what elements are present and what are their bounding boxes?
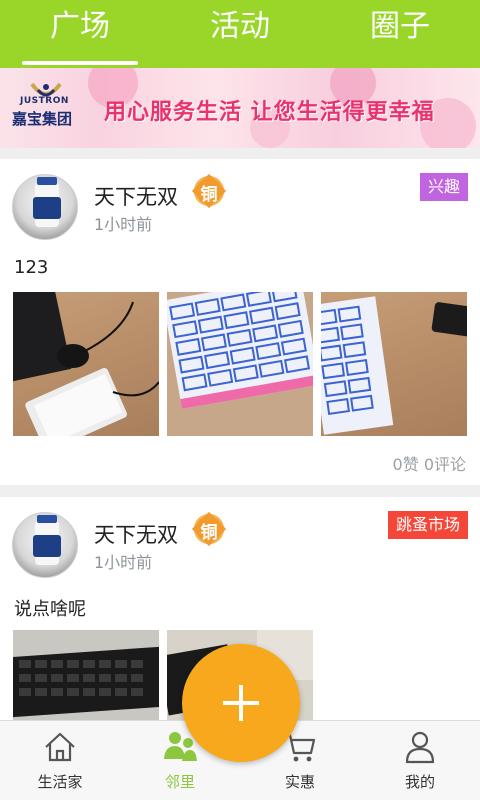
add-post-button[interactable] — [182, 644, 300, 762]
user-icon — [405, 731, 435, 764]
post-category-tag[interactable]: 兴趣 — [419, 173, 468, 201]
post-photo[interactable] — [167, 292, 313, 436]
post-category-tag[interactable]: 跳蚤市场 — [387, 511, 468, 539]
post-text: 123 — [14, 257, 49, 278]
logo-chinese-name: 嘉宝集团 — [12, 110, 73, 128]
post-username[interactable]: 天下无双 — [94, 519, 178, 549]
nav-mine[interactable]: 我的 — [360, 721, 480, 800]
post-text: 说点啥呢 — [14, 599, 86, 620]
active-tab-indicator — [22, 61, 138, 65]
nav-label: 我的 — [404, 773, 435, 791]
logo-english-name: JUSTRON — [20, 96, 69, 106]
post-photo[interactable] — [13, 292, 159, 436]
tab-activities[interactable]: 活动 — [160, 0, 320, 68]
nav-label: 生活家 — [37, 773, 83, 791]
feed-post[interactable]: 天下无双 铜 1小时前 兴趣 123 0赞 0评论 — [0, 159, 480, 485]
nav-label: 实惠 — [284, 773, 315, 791]
banner-slogan: 用心服务生活 让您生活得更幸福 — [104, 100, 435, 125]
avatar[interactable] — [12, 174, 78, 240]
post-photo[interactable] — [321, 292, 467, 436]
tab-circles[interactable]: 圈子 — [320, 0, 480, 68]
bronze-medal-icon: 铜 — [194, 514, 224, 544]
nav-label: 邻里 — [164, 773, 195, 791]
promo-banner[interactable]: JUSTRON 嘉宝集团 用心服务生活 让您生活得更幸福 — [0, 68, 480, 148]
avatar[interactable] — [12, 512, 78, 578]
bronze-medal-icon: 铜 — [194, 176, 224, 206]
nav-life-home[interactable]: 生活家 — [0, 721, 120, 800]
post-username[interactable]: 天下无双 — [94, 181, 178, 211]
top-tab-bar: 广场 活动 圈子 — [0, 0, 480, 68]
like-comment-counts[interactable]: 0赞 0评论 — [393, 451, 466, 475]
home-icon — [45, 732, 75, 762]
tab-square[interactable]: 广场 — [0, 0, 160, 68]
post-time: 1小时前 — [94, 215, 153, 234]
post-time: 1小时前 — [94, 553, 153, 572]
